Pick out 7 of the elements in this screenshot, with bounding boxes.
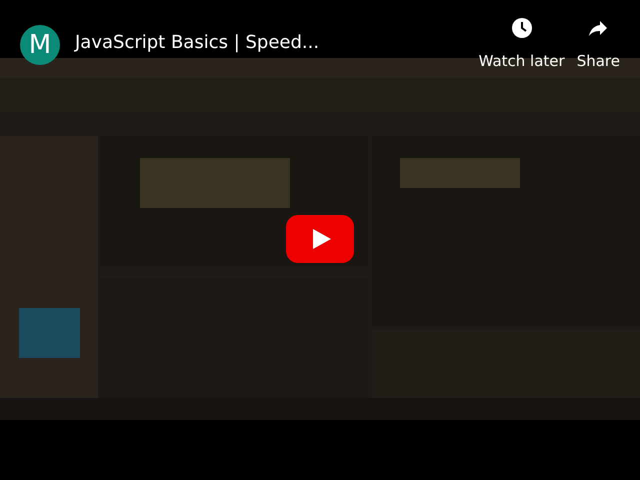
share-button[interactable]: Share (576, 14, 620, 72)
play-button[interactable] (286, 215, 354, 263)
watch-later-button[interactable]: Watch later (478, 14, 565, 72)
channel-avatar[interactable]: M (20, 25, 60, 65)
play-icon (286, 215, 354, 263)
clock-icon (510, 16, 534, 40)
video-title[interactable]: JavaScript Basics | Speed... (75, 32, 479, 53)
